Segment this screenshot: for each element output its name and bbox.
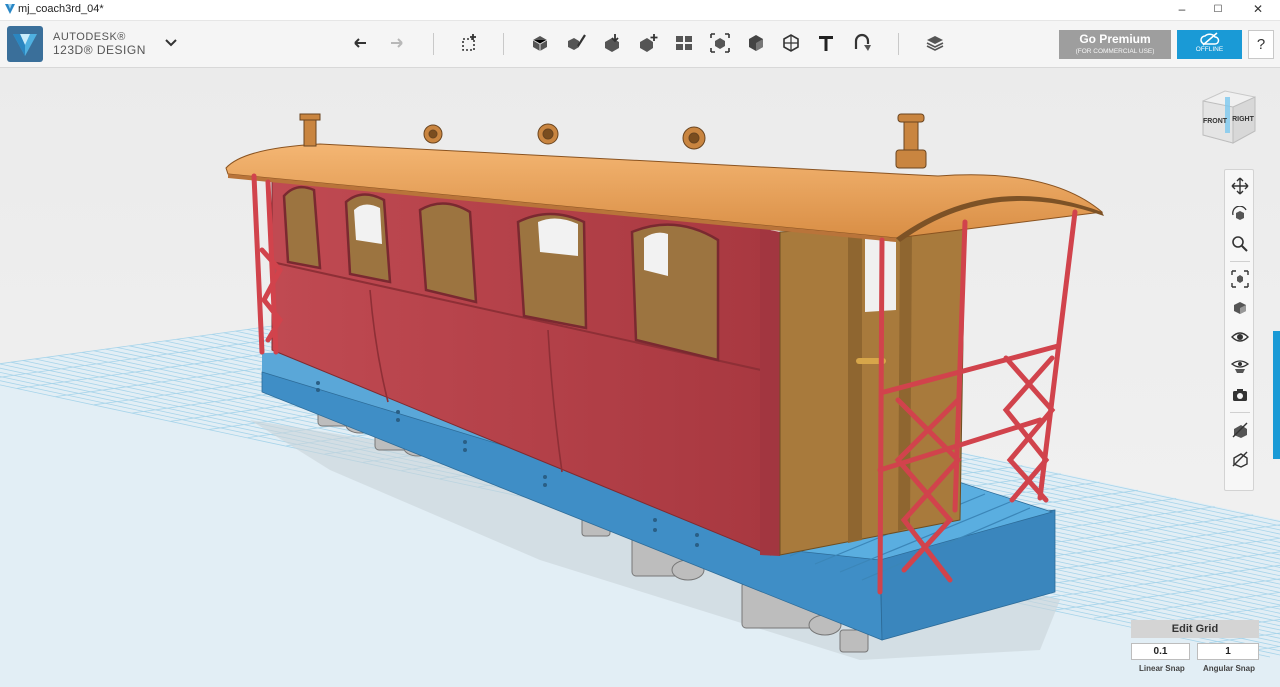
viewcube-right-label[interactable]: RIGHT <box>1232 116 1255 123</box>
solid-view-icon <box>1232 422 1248 438</box>
grouping-button[interactable] <box>671 30 697 56</box>
undo-icon <box>354 38 366 48</box>
redo-button[interactable] <box>383 30 409 56</box>
go-premium-sublabel: (FOR COMMERCIAL USE) <box>1075 48 1155 55</box>
combine-icon <box>749 35 763 51</box>
linear-snap-input[interactable]: 0.1 <box>1131 643 1190 660</box>
view-cube[interactable]: FRONT RIGHT <box>1199 89 1259 145</box>
snap-icon <box>710 33 730 53</box>
go-premium-button[interactable]: Go Premium (FOR COMMERCIAL USE) <box>1059 30 1171 59</box>
view-button[interactable] <box>1229 297 1251 319</box>
pan-icon <box>1231 177 1249 195</box>
pattern-icon <box>640 34 658 52</box>
modify-icon <box>605 34 619 52</box>
main-toolbar: AUTODESK® 123D® DESIGN Go Premium (FOR C… <box>0 21 1280 68</box>
outline-view-icon <box>1232 451 1248 468</box>
autodesk-logo-icon[interactable] <box>7 26 43 62</box>
app-logo-icon <box>5 4 15 14</box>
toolbar-separator <box>898 33 899 55</box>
fit-icon <box>1231 270 1249 288</box>
brand-line1: AUTODESK® <box>53 31 126 43</box>
layers-button[interactable] <box>922 30 948 56</box>
sketch-button[interactable] <box>527 30 553 56</box>
measure-button[interactable] <box>778 30 804 56</box>
close-button[interactable]: ✕ <box>1240 0 1276 20</box>
edit-grid-button[interactable]: Edit Grid <box>1131 620 1259 638</box>
snap-button[interactable] <box>707 30 733 56</box>
fit-button[interactable] <box>1229 268 1251 290</box>
solid-view-button[interactable] <box>1229 419 1251 441</box>
modify-button[interactable] <box>599 30 625 56</box>
zoom-icon <box>1232 236 1248 252</box>
text-icon <box>819 36 833 51</box>
orbit-button[interactable] <box>1229 204 1251 226</box>
angular-snap-label: Angular Snap <box>1203 664 1256 673</box>
minimize-button[interactable]: – <box>1164 0 1200 20</box>
material-display-icon <box>1231 360 1249 373</box>
primitives-icon <box>462 34 476 51</box>
viewcube-front-label[interactable]: FRONT <box>1203 118 1228 125</box>
grouping-icon <box>676 36 692 50</box>
measure-icon <box>783 34 799 52</box>
offline-label: OFFLINE <box>1195 46 1224 53</box>
linear-snap-label: Linear Snap <box>1139 664 1185 673</box>
view-icon <box>1234 302 1246 314</box>
combine-button[interactable] <box>743 30 769 56</box>
material-button[interactable] <box>849 30 875 56</box>
brand-name: AUTODESK® 123D® DESIGN <box>53 31 146 57</box>
material-icon <box>854 33 871 51</box>
side-panel-handle[interactable] <box>1273 331 1280 459</box>
pattern-button[interactable] <box>635 30 661 56</box>
outline-view-button[interactable] <box>1229 448 1251 470</box>
snapshot-button[interactable] <box>1229 384 1251 406</box>
3d-viewport[interactable]: FRONT RIGHT Edit Grid 0.1 1 Linear Snap … <box>0 68 1280 687</box>
go-premium-label: Go Premium <box>1079 32 1151 46</box>
offline-button[interactable]: OFFLINE <box>1177 30 1242 59</box>
sketch-icon <box>532 36 548 51</box>
angular-snap-input[interactable]: 1 <box>1197 643 1259 660</box>
snapshot-icon <box>1233 389 1247 401</box>
maximize-button[interactable]: ☐ <box>1200 0 1236 20</box>
chevron-down-icon[interactable] <box>162 34 180 52</box>
text-button[interactable] <box>813 30 839 56</box>
help-button[interactable]: ? <box>1248 30 1274 59</box>
visibility-button[interactable] <box>1229 326 1251 348</box>
zoom-button[interactable] <box>1229 233 1251 255</box>
title-bar: mj_coach3rd_04* – ☐ ✕ <box>0 0 1280 21</box>
construct-icon <box>568 34 586 50</box>
primitives-button[interactable] <box>456 30 482 56</box>
window-title: mj_coach3rd_04* <box>18 3 104 15</box>
toolbar-separator <box>503 33 504 55</box>
nav-separator <box>1230 261 1250 262</box>
construct-button[interactable] <box>563 30 589 56</box>
layers-icon <box>926 36 944 51</box>
material-display-button[interactable] <box>1229 355 1251 377</box>
scene-canvas[interactable] <box>0 68 1280 687</box>
cloud-offline-icon <box>1199 32 1219 46</box>
redo-icon <box>391 38 403 48</box>
pan-button[interactable] <box>1229 175 1251 197</box>
edit-grid-panel: Edit Grid 0.1 1 Linear Snap Angular Snap <box>1131 620 1259 680</box>
undo-button[interactable] <box>348 30 374 56</box>
visibility-icon <box>1231 332 1249 342</box>
toolbar-separator <box>433 33 434 55</box>
brand-line2: 123D® DESIGN <box>53 43 146 57</box>
orbit-icon <box>1232 206 1247 220</box>
navigation-bar <box>1224 169 1254 491</box>
nav-separator <box>1230 412 1250 413</box>
